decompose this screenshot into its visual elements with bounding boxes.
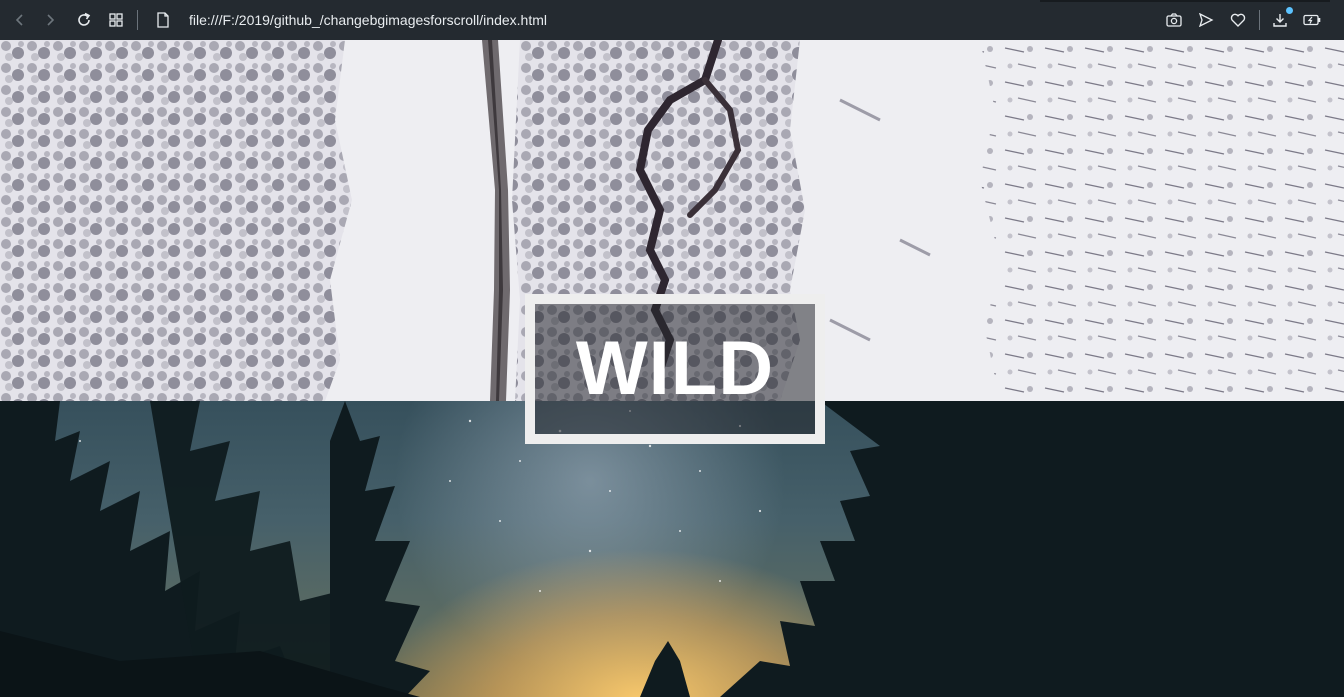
- grid-icon: [109, 13, 123, 27]
- night-forest-illustration: [0, 401, 1344, 697]
- page-info-button[interactable]: [151, 8, 175, 32]
- download-icon: [1273, 14, 1287, 27]
- forward-button[interactable]: [38, 8, 62, 32]
- camera-icon: [1166, 13, 1182, 27]
- back-button[interactable]: [8, 8, 32, 32]
- battery-saver-button[interactable]: [1300, 8, 1324, 32]
- send-to-device-button[interactable]: [1194, 8, 1218, 32]
- chevron-right-icon: [47, 14, 55, 26]
- send-icon: [1198, 13, 1214, 27]
- toolbar-separator: [1259, 10, 1260, 30]
- chevron-left-icon: [15, 14, 23, 26]
- title-box: WILD: [525, 294, 825, 444]
- heart-icon: [1230, 13, 1246, 27]
- toolbar-top-highlight: [1040, 0, 1330, 2]
- page-title: WILD: [575, 326, 775, 411]
- page-viewport: WILD: [0, 40, 1344, 697]
- reload-button[interactable]: [72, 8, 96, 32]
- night-forest-image: [0, 401, 1344, 697]
- address-bar[interactable]: file:///F:/2019/github_/changebgimagesfo…: [189, 12, 547, 28]
- browser-toolbar: file:///F:/2019/github_/changebgimagesfo…: [0, 0, 1344, 40]
- page-icon: [157, 12, 169, 28]
- toolbar-separator: [137, 10, 138, 30]
- download-notification-dot: [1286, 7, 1293, 14]
- tabs-overview-button[interactable]: [104, 8, 128, 32]
- snapshot-button[interactable]: [1162, 8, 1186, 32]
- bookmark-button[interactable]: [1226, 8, 1250, 32]
- reload-icon: [78, 12, 91, 26]
- battery-icon: [1303, 14, 1321, 26]
